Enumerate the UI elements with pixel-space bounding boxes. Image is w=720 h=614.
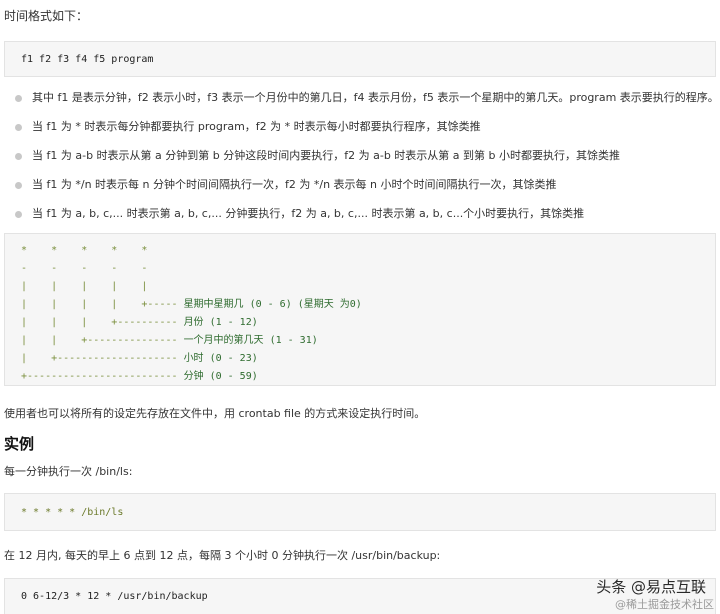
diagram-row: | | +--------------- 一个月中的第几天 (1 - 31) — [21, 335, 318, 346]
example2-code: 0 6-12/3 * 12 * /usr/bin/backup — [21, 591, 208, 602]
diagram-row: | | | | | — [21, 281, 148, 292]
intro-text: 时间格式如下： — [4, 9, 89, 23]
diagram-row: | +-------------------- 小时 (0 - 23) — [21, 353, 258, 364]
diagram-row: +------------------------- 分钟 (0 - 59) — [21, 371, 258, 382]
watermark: 头条 @易点互联 — [596, 578, 706, 596]
example2-description: 在 12 月内, 每天的早上 6 点到 12 点，每隔 3 个小时 0 分钟执行… — [4, 549, 441, 562]
list-item: 当 f1 为 */n 时表示每 n 分钟个时间间隔执行一次，f2 为 */n 表… — [4, 175, 716, 204]
watermark-sub: @稀土掘金技术社区 — [615, 598, 714, 611]
example1-code: * * * * * /bin/ls — [21, 506, 124, 518]
crontab-note: 使用者也可以将所有的设定先存放在文件中，用 crontab file 的方式来设… — [4, 407, 426, 420]
format-code: f1 f2 f3 f4 f5 program — [21, 53, 154, 65]
diagram-row: * * * * * — [21, 245, 148, 256]
diagram-row: | | | +---------- 月份 (1 - 12) — [21, 317, 258, 328]
list-item: 当 f1 为 * 时表示每分钟都要执行 program，f2 为 * 时表示每小… — [4, 117, 716, 146]
example-heading: 实例 — [4, 435, 35, 453]
list-item: 当 f1 为 a, b, c,... 时表示第 a, b, c,... 分钟要执… — [4, 204, 716, 233]
cron-field-diagram: * * * * * - - - - - | | | | | | | | | +-… — [4, 233, 716, 386]
list-item: 其中 f1 是表示分钟，f2 表示小时，f3 表示一个月份中的第几日，f4 表示… — [4, 88, 719, 117]
list-item: 当 f1 为 a-b 时表示从第 a 分钟到第 b 分钟这段时间内要执行，f2 … — [4, 146, 716, 175]
rule-list: 其中 f1 是表示分钟，f2 表示小时，f3 表示一个月份中的第几日，f4 表示… — [4, 88, 719, 233]
format-code-block: f1 f2 f3 f4 f5 program — [4, 41, 716, 77]
diagram-row: - - - - - — [21, 263, 148, 274]
example1-code-block: * * * * * /bin/ls — [4, 493, 716, 531]
diagram-row: | | | | +----- 星期中星期几 (0 - 6) (星期天 为0) — [21, 299, 362, 310]
example1-description: 每一分钟执行一次 /bin/ls: — [4, 465, 133, 478]
